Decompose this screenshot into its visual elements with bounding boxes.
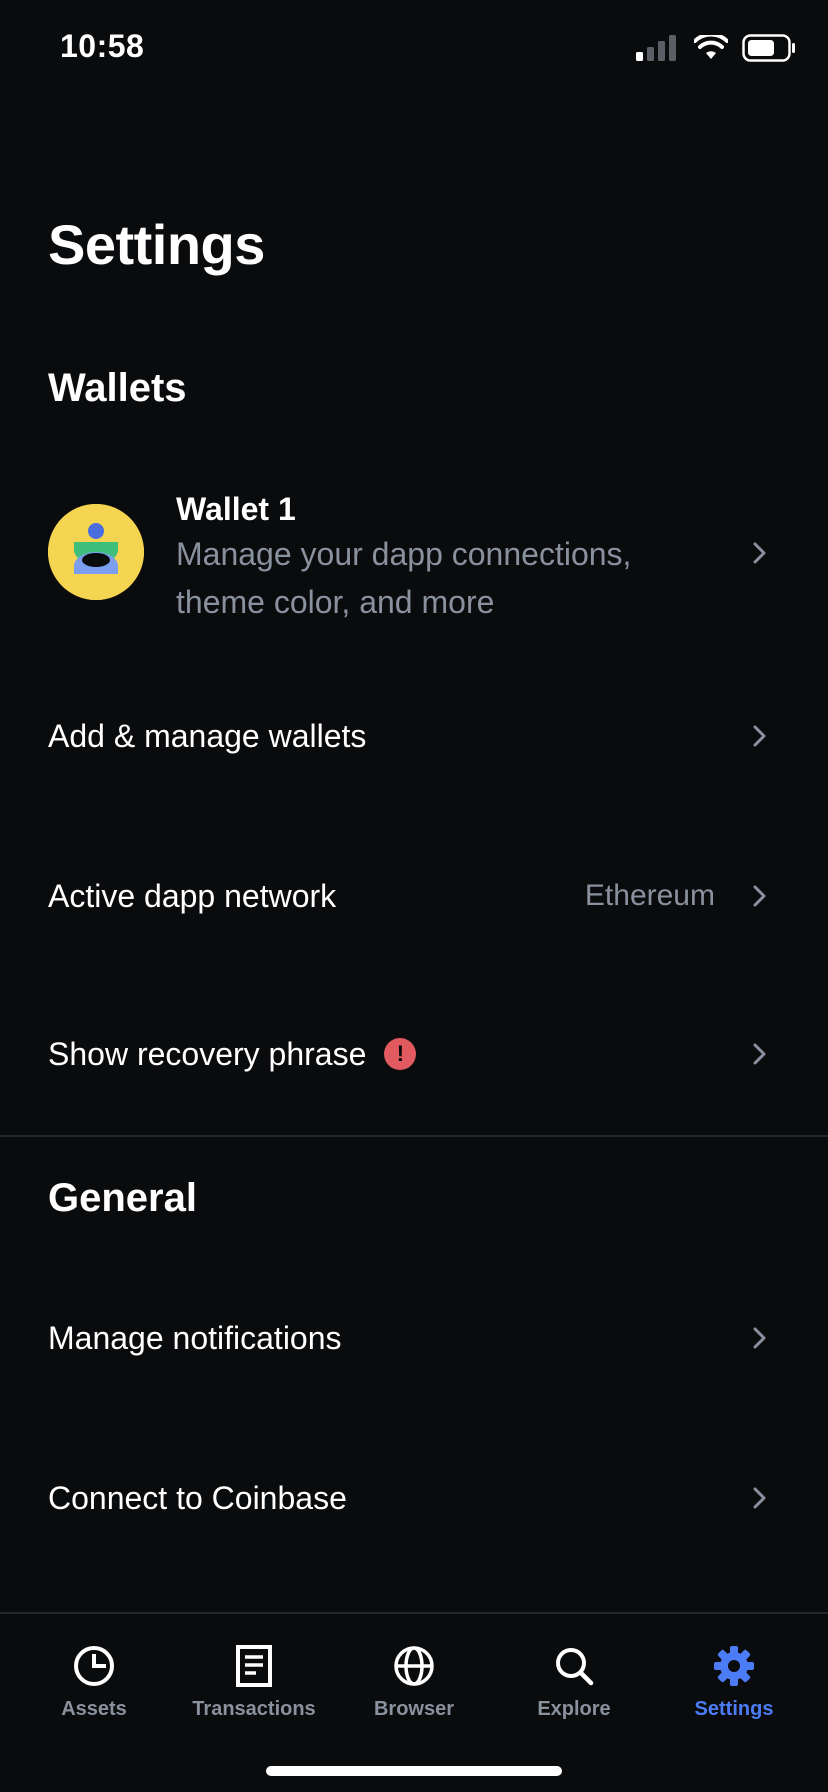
chevron-right-icon <box>753 542 766 564</box>
chevron-right-icon <box>753 1043 766 1065</box>
wallet-avatar-icon <box>48 504 144 600</box>
show-recovery-phrase-row[interactable]: Show recovery phrase ! <box>0 1014 828 1094</box>
page-title: Settings <box>48 213 265 276</box>
active-dapp-network-row[interactable]: Active dapp network Ethereum <box>0 856 828 936</box>
section-title-general: General <box>48 1176 197 1220</box>
manage-notifications-label: Manage notifications <box>48 1319 342 1356</box>
chevron-right-icon <box>753 1487 766 1509</box>
tab-transactions-label: Transactions <box>192 1698 316 1720</box>
show-recovery-phrase-label: Show recovery phrase <box>48 1035 367 1072</box>
add-manage-wallets-row[interactable]: Add & manage wallets <box>0 696 828 776</box>
warning-icon: ! <box>384 1038 417 1070</box>
status-icons <box>636 34 796 62</box>
tab-browser[interactable]: Browser <box>334 1644 494 1721</box>
wallet-text: Wallet 1 Manage your dapp connections, t… <box>176 488 696 626</box>
active-dapp-network-label: Active dapp network <box>48 877 337 914</box>
wallet-description: Manage your dapp connections, theme colo… <box>176 536 632 620</box>
wifi-icon <box>694 35 728 59</box>
tab-assets-label: Assets <box>61 1698 127 1720</box>
chevron-right-icon <box>753 725 766 747</box>
chevron-right-icon <box>753 1327 766 1349</box>
manage-notifications-row[interactable]: Manage notifications <box>0 1298 828 1378</box>
chevron-right-icon <box>753 885 766 907</box>
section-title-wallets: Wallets <box>48 366 187 410</box>
active-dapp-network-value: Ethereum <box>584 879 715 912</box>
connect-to-coinbase-label: Connect to Coinbase <box>48 1479 347 1516</box>
connect-to-coinbase-row[interactable]: Connect to Coinbase <box>0 1458 828 1538</box>
cellular-signal-icon <box>636 35 676 61</box>
tab-browser-label: Browser <box>373 1698 455 1720</box>
tab-transactions[interactable]: Transactions <box>174 1644 334 1721</box>
settings-screen: 10:58 Settings Wallets Wallet 1 Manage y… <box>0 0 828 1792</box>
tab-explore-label: Explore <box>537 1698 611 1720</box>
globe-icon <box>394 1646 434 1686</box>
search-icon <box>556 1648 594 1686</box>
document-icon <box>236 1645 272 1687</box>
pie-chart-icon <box>74 1646 114 1686</box>
wallet-name: Wallet 1 <box>176 491 296 527</box>
status-time: 10:58 <box>60 28 145 64</box>
gear-icon <box>714 1646 754 1686</box>
tab-assets[interactable]: Assets <box>14 1644 174 1721</box>
tab-settings[interactable]: Settings <box>654 1644 814 1721</box>
wallet-row[interactable]: Wallet 1 Manage your dapp connections, t… <box>0 478 828 628</box>
bottom-tab-bar: Assets Transactions Browser Explore Sett… <box>0 1612 828 1792</box>
status-bar: 10:58 <box>0 0 828 100</box>
home-indicator <box>266 1766 562 1776</box>
tab-explore[interactable]: Explore <box>494 1644 654 1721</box>
wallet-avatar <box>48 504 144 600</box>
add-manage-wallets-label: Add & manage wallets <box>48 717 367 754</box>
tab-settings-label: Settings <box>694 1698 774 1720</box>
battery-icon <box>742 34 795 62</box>
section-divider <box>0 1135 828 1137</box>
